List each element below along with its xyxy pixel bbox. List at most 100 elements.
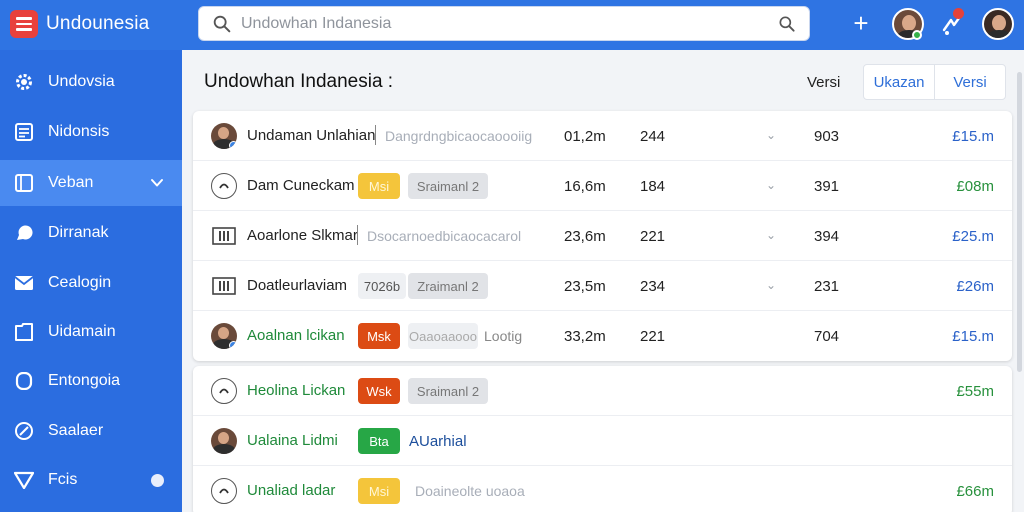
target-icon bbox=[211, 173, 237, 199]
row-name: Undaman Unlahian bbox=[247, 127, 376, 144]
row-name: Unaliad ladar bbox=[247, 482, 336, 499]
sidebar-item-nidonsis[interactable]: Nidonsis bbox=[0, 109, 182, 155]
table-row[interactable]: Aoalnan lcikan Msk Oaaoaaooo Lootig 33,2… bbox=[193, 311, 1012, 361]
scrollbar[interactable] bbox=[1017, 72, 1022, 372]
row-description: Dsocarnoedbicaocacarol bbox=[367, 228, 522, 244]
search-icon bbox=[213, 15, 231, 32]
tab-ukazan[interactable]: Ukazan bbox=[864, 65, 934, 99]
row-name: Ualaina Lidmi bbox=[247, 432, 338, 449]
row-count: 221 bbox=[640, 228, 666, 245]
sidebar-item-label: Veban bbox=[48, 174, 94, 191]
row-value: 23,5m bbox=[564, 278, 606, 295]
chevron-down-icon[interactable] bbox=[150, 176, 164, 190]
row-amount: £15.m bbox=[952, 128, 994, 145]
sidebar-item-entongoia[interactable]: Entongoia bbox=[0, 358, 182, 404]
row-description: Dangrdngbicaocaoooiig bbox=[385, 128, 533, 144]
sidebar-item-saalaer[interactable]: Saalaer bbox=[0, 408, 182, 454]
row-note: Lootig bbox=[484, 328, 523, 344]
divider bbox=[375, 125, 376, 145]
online-status-dot bbox=[912, 30, 922, 40]
row-count: 184 bbox=[640, 178, 666, 195]
list-item[interactable]: Ualaina Lidmi Bta AUarhial bbox=[193, 416, 1012, 466]
sidebar-item-undovsia[interactable]: Undovsia bbox=[0, 59, 182, 105]
tag-badge: Msi bbox=[358, 173, 400, 199]
dropdown-icon[interactable]: ⌄ bbox=[766, 278, 776, 292]
row-score: 231 bbox=[814, 278, 840, 295]
sidebar-item-dirranak[interactable]: Dirranak bbox=[0, 210, 182, 256]
tag-badge: Wsk bbox=[358, 378, 400, 404]
search-input[interactable] bbox=[233, 14, 777, 33]
row-score: 391 bbox=[814, 178, 840, 195]
row-amount: £25.m bbox=[952, 228, 994, 245]
add-icon[interactable]: + bbox=[848, 10, 874, 36]
notification-badge bbox=[953, 8, 964, 19]
compass-icon bbox=[14, 421, 34, 441]
table-row[interactable]: Doatleurlaviam 7026b Zraimanl 2 23,5m 23… bbox=[193, 261, 1012, 311]
row-name: Aoarlone Slkmar bbox=[247, 227, 358, 244]
row-score: 394 bbox=[814, 228, 840, 245]
table-row[interactable]: Aoarlone Slkmar Dsocarnoedbicaocacarol 2… bbox=[193, 211, 1012, 261]
data-table: Undaman Unlahian Dangrdngbicaocaoooiig 0… bbox=[193, 111, 1012, 361]
status-badge: Sraimanl 2 bbox=[408, 173, 488, 199]
row-count: 221 bbox=[640, 328, 666, 345]
row-amount: £26m bbox=[956, 278, 994, 295]
dropdown-icon[interactable]: ⌄ bbox=[766, 178, 776, 192]
search-bar[interactable] bbox=[198, 6, 810, 41]
grid-icon bbox=[211, 223, 237, 249]
brand[interactable]: Undounesia bbox=[10, 10, 149, 38]
sidebar-item-label: Uidamain bbox=[48, 323, 116, 340]
sidebar-item-label: Undovsia bbox=[48, 73, 115, 90]
status-badge: Sraimanl 2 bbox=[408, 378, 488, 404]
folder-icon bbox=[14, 322, 34, 342]
row-name: Aoalnan lcikan bbox=[247, 327, 345, 344]
row-amount: £55m bbox=[956, 383, 994, 400]
sidebar-item-uidamain[interactable]: Uidamain bbox=[0, 309, 182, 355]
document-icon bbox=[14, 122, 34, 142]
page-title: Undowhan Indanesia : bbox=[204, 71, 394, 92]
user-avatar[interactable] bbox=[982, 8, 1014, 40]
heart-icon bbox=[14, 470, 34, 490]
table-row[interactable]: Dam Cuneckam Msi Sraimanl 2 16,6m 184 ⌄ … bbox=[193, 161, 1012, 211]
row-count: 234 bbox=[640, 278, 666, 295]
sidebar-item-label: Dirranak bbox=[48, 224, 109, 241]
search-submit-icon[interactable] bbox=[777, 14, 797, 34]
avatar bbox=[211, 428, 237, 454]
row-value: 16,6m bbox=[564, 178, 606, 195]
status-badge: Zraimanl 2 bbox=[408, 273, 488, 299]
mail-icon bbox=[14, 273, 34, 293]
sidebar-item-label: Saalaer bbox=[48, 422, 104, 439]
list-item[interactable]: Unaliad ladar Msi Doaineolte uoaoa £66m bbox=[193, 466, 1012, 512]
user-icon bbox=[14, 371, 34, 391]
avatar bbox=[211, 323, 237, 349]
sidebar-item-veban[interactable]: Veban bbox=[0, 160, 182, 206]
grid-icon bbox=[211, 273, 237, 299]
row-value: 33,2m bbox=[564, 328, 606, 345]
refresh-icon bbox=[211, 478, 237, 504]
data-list: Heolina Lickan Wsk Sraimanl 2 £55m Ualai… bbox=[193, 366, 1012, 512]
tab-versi[interactable]: Versi bbox=[934, 65, 1005, 99]
sidebar-item-label: Nidonsis bbox=[48, 123, 110, 140]
row-amount: £66m bbox=[956, 483, 994, 500]
sidebar-item-fcis[interactable]: Fcis bbox=[0, 457, 182, 503]
list-item[interactable]: Heolina Lickan Wsk Sraimanl 2 £55m bbox=[193, 366, 1012, 416]
status-dot bbox=[151, 473, 164, 487]
avatar bbox=[211, 123, 237, 149]
row-value: 23,6m bbox=[564, 228, 606, 245]
row-amount: £15.m bbox=[952, 328, 994, 345]
row-name: Heolina Lickan bbox=[247, 382, 346, 399]
dropdown-icon[interactable]: ⌄ bbox=[766, 128, 776, 142]
app-title: Undounesia bbox=[46, 13, 150, 34]
tag-badge: 7026b bbox=[358, 273, 406, 299]
refresh-icon bbox=[211, 378, 237, 404]
row-description: Doaineolte uoaoa bbox=[415, 483, 525, 499]
status-badge: Oaaoaaooo bbox=[408, 323, 478, 349]
row-count: 244 bbox=[640, 128, 666, 145]
sidebar-item-cealogin[interactable]: Cealogin bbox=[0, 260, 182, 306]
dropdown-icon[interactable]: ⌄ bbox=[766, 228, 776, 242]
table-row[interactable]: Undaman Unlahian Dangrdngbicaocaoooiig 0… bbox=[193, 111, 1012, 161]
menu-icon[interactable] bbox=[10, 10, 38, 38]
tag-badge: Msi bbox=[358, 478, 400, 504]
segmented-control: Ukazan Versi bbox=[863, 64, 1006, 100]
sidebar-item-label: Entongoia bbox=[48, 372, 121, 389]
row-link[interactable]: AUarhial bbox=[409, 433, 467, 450]
